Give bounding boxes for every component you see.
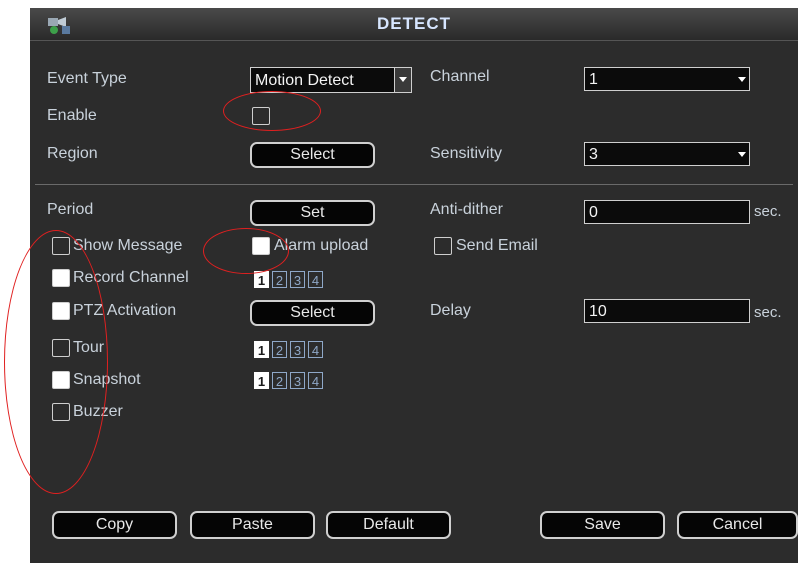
annotation-ellipse-enable (223, 91, 321, 131)
copy-button[interactable]: Copy (52, 511, 177, 539)
snapshot-channel-3[interactable]: 3 (290, 372, 305, 389)
delay-label: Delay (430, 302, 471, 319)
tour-channel-4[interactable]: 4 (308, 341, 323, 358)
record-channel-4[interactable]: 4 (308, 271, 323, 288)
cancel-button[interactable]: Cancel (677, 511, 798, 539)
send-email-checkbox[interactable] (434, 237, 452, 255)
event-type-dropdown-button[interactable] (394, 68, 411, 92)
show-message-label: Show Message (73, 237, 183, 254)
window-title: DETECT (377, 14, 451, 33)
delay-unit: sec. (754, 304, 782, 321)
sensitivity-select[interactable]: 3 (584, 142, 750, 166)
ptz-select-button[interactable]: Select (250, 300, 375, 326)
send-email-label: Send Email (456, 237, 538, 254)
record-channel-3[interactable]: 3 (290, 271, 305, 288)
paste-button[interactable]: Paste (190, 511, 315, 539)
event-type-label: Event Type (47, 70, 127, 87)
snapshot-channel-4[interactable]: 4 (308, 372, 323, 389)
snapshot-channel-2[interactable]: 2 (272, 372, 287, 389)
period-set-button[interactable]: Set (250, 200, 375, 226)
annotation-ellipse-alarm-upload (203, 228, 289, 274)
sensitivity-label: Sensitivity (430, 145, 503, 162)
detect-window: DETECT Event Type Motion Detect Channel … (30, 8, 798, 563)
snapshot-channel-1[interactable]: 1 (254, 372, 269, 389)
title-bar: DETECT (30, 8, 798, 41)
event-type-value: Motion Detect (255, 72, 354, 89)
tour-channel-2[interactable]: 2 (272, 341, 287, 358)
enable-label: Enable (47, 107, 97, 124)
channel-label: Channel (430, 68, 490, 85)
default-button[interactable]: Default (326, 511, 451, 539)
save-button[interactable]: Save (540, 511, 665, 539)
anti-dither-label: Anti-dither (430, 201, 503, 218)
channel-select[interactable]: 1 (584, 67, 750, 91)
delay-input[interactable]: 10 (584, 299, 750, 323)
annotation-ellipse-checkboxes (4, 230, 108, 494)
channel-value: 1 (589, 71, 598, 88)
region-select-button[interactable]: Select (250, 142, 375, 168)
event-type-select[interactable]: Motion Detect (250, 67, 412, 93)
anti-dither-input[interactable]: 0 (584, 200, 750, 224)
sensitivity-value: 3 (589, 146, 598, 163)
tour-channel-1[interactable]: 1 (254, 341, 269, 358)
chevron-down-icon (399, 77, 407, 82)
record-channel-2[interactable]: 2 (272, 271, 287, 288)
tour-channel-3[interactable]: 3 (290, 341, 305, 358)
period-label: Period (47, 201, 94, 218)
separator (35, 184, 793, 185)
chevron-down-icon (738, 77, 746, 82)
record-channel-1[interactable]: 1 (254, 271, 269, 288)
region-label: Region (47, 145, 98, 162)
chevron-down-icon (738, 152, 746, 157)
anti-dither-unit: sec. (754, 203, 782, 220)
